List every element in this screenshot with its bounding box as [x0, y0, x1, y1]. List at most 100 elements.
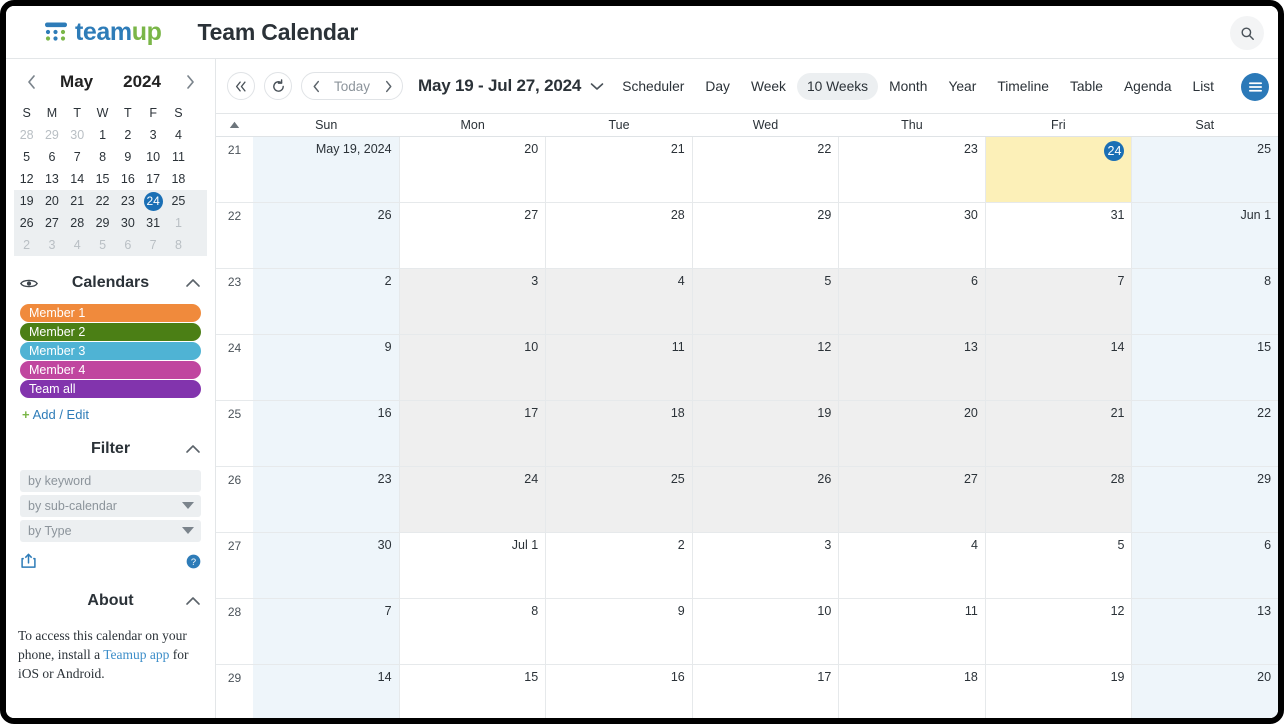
calendar-day-cell[interactable]: 11 — [839, 599, 986, 664]
refresh-button[interactable] — [264, 72, 292, 100]
calendar-day-cell[interactable]: 6 — [839, 269, 986, 334]
calendar-day-cell[interactable]: 11 — [546, 335, 693, 400]
calendar-chip-3[interactable]: Member 3 — [20, 342, 201, 360]
calendar-day-cell[interactable]: 14 — [985, 335, 1133, 400]
calendar-day-cell[interactable]: 5 — [692, 269, 840, 334]
calendar-day-cell[interactable]: 23 — [253, 467, 400, 532]
minicalendar-day-cell[interactable]: 1 — [166, 212, 191, 234]
help-icon[interactable]: ? — [186, 554, 201, 574]
calendar-day-cell[interactable]: 25 — [1132, 137, 1278, 202]
eye-icon[interactable] — [20, 277, 40, 290]
calendar-day-cell[interactable]: 15 — [1132, 335, 1278, 400]
search-icon[interactable] — [1230, 16, 1264, 50]
calendar-day-cell[interactable]: 16 — [546, 665, 693, 718]
minicalendar-day-cell[interactable]: 23 — [115, 190, 140, 212]
minicalendar-day-cell[interactable]: 24 — [140, 190, 165, 212]
calendars-collapse-icon[interactable] — [181, 278, 201, 288]
calendar-day-cell[interactable]: 12 — [985, 599, 1133, 664]
next-period-button[interactable] — [374, 73, 402, 99]
minicalendar-day-cell[interactable]: 26 — [14, 212, 39, 234]
filter-keyword-input[interactable]: by keyword — [20, 470, 201, 492]
calendar-day-cell[interactable]: 19 — [985, 665, 1133, 718]
calendar-day-cell[interactable]: 2 — [253, 269, 400, 334]
minicalendar-day-cell[interactable]: 1 — [90, 124, 115, 146]
minicalendar-day-cell[interactable]: 9 — [115, 146, 140, 168]
calendar-day-cell[interactable]: 6 — [1132, 533, 1278, 598]
minicalendar-day-cell[interactable]: 25 — [166, 190, 191, 212]
minicalendar-day-cell[interactable]: 22 — [90, 190, 115, 212]
calendar-day-cell[interactable]: 28 — [546, 203, 693, 268]
minicalendar-day-cell[interactable]: 7 — [65, 146, 90, 168]
view-tab-year[interactable]: Year — [938, 73, 986, 100]
filter-type-select[interactable]: by Type — [20, 520, 201, 542]
calendar-day-cell[interactable]: 3 — [692, 533, 840, 598]
calendar-day-cell[interactable]: 24 — [399, 467, 547, 532]
calendar-day-cell[interactable]: 29 — [692, 203, 840, 268]
minicalendar-day-cell[interactable]: 14 — [65, 168, 90, 190]
calendar-day-cell[interactable]: 2 — [546, 533, 693, 598]
view-tab-scheduler[interactable]: Scheduler — [612, 73, 694, 100]
minicalendar-day-cell[interactable]: 19 — [14, 190, 39, 212]
minicalendar-day-cell[interactable]: 20 — [39, 190, 64, 212]
calendar-day-cell[interactable]: 20 — [839, 401, 986, 466]
calendar-day-cell[interactable]: 26 — [692, 467, 840, 532]
minicalendar-day-cell[interactable]: 29 — [39, 124, 64, 146]
calendar-day-cell[interactable]: 21 — [546, 137, 693, 202]
sort-ascending-icon[interactable] — [216, 121, 253, 129]
calendar-day-cell[interactable]: 29 — [1132, 467, 1278, 532]
minicalendar-day-cell[interactable]: 8 — [90, 146, 115, 168]
calendar-day-cell[interactable]: 12 — [692, 335, 840, 400]
view-tab-month[interactable]: Month — [879, 73, 937, 100]
view-tab-10-weeks[interactable]: 10 Weeks — [796, 73, 879, 100]
calendar-day-cell[interactable]: 17 — [399, 401, 547, 466]
menu-button[interactable] — [1241, 73, 1269, 101]
minicalendar-day-cell[interactable]: 28 — [65, 212, 90, 234]
minicalendar-day-cell[interactable]: 13 — [39, 168, 64, 190]
calendar-day-cell[interactable]: 30 — [253, 533, 400, 598]
calendar-day-cell[interactable]: 19 — [692, 401, 840, 466]
calendar-day-cell[interactable]: 8 — [1132, 269, 1278, 334]
teamup-logo[interactable]: teamup — [44, 18, 162, 47]
calendar-day-cell[interactable]: 27 — [399, 203, 547, 268]
minicalendar-day-cell[interactable]: 7 — [140, 234, 165, 256]
minicalendar-day-cell[interactable]: 30 — [65, 124, 90, 146]
calendar-day-cell[interactable]: 27 — [839, 467, 986, 532]
view-tab-list[interactable]: List — [1183, 73, 1224, 100]
calendar-day-cell[interactable]: 16 — [253, 401, 400, 466]
minicalendar-day-cell[interactable]: 3 — [39, 234, 64, 256]
view-tab-agenda[interactable]: Agenda — [1114, 73, 1182, 100]
calendar-day-cell[interactable]: 8 — [399, 599, 547, 664]
minicalendar-next-month-icon[interactable] — [179, 71, 201, 93]
minicalendar-day-cell[interactable]: 16 — [115, 168, 140, 190]
minicalendar-day-cell[interactable]: 15 — [90, 168, 115, 190]
calendar-day-cell[interactable]: 5 — [985, 533, 1133, 598]
minicalendar-day-cell[interactable]: 2 — [115, 124, 140, 146]
add-edit-calendars-button[interactable]: + Add / Edit — [6, 399, 215, 422]
filter-subcalendar-select[interactable]: by sub-calendar — [20, 495, 201, 517]
minicalendar-day-cell[interactable]: 28 — [14, 124, 39, 146]
minicalendar-day-cell[interactable]: 30 — [115, 212, 140, 234]
calendar-day-cell[interactable]: 14 — [253, 665, 400, 718]
calendar-day-cell[interactable]: 20 — [1132, 665, 1278, 718]
minicalendar-day-cell[interactable]: 8 — [166, 234, 191, 256]
teamup-app-link[interactable]: Teamup app — [103, 647, 169, 662]
minicalendar-day-cell[interactable]: 27 — [39, 212, 64, 234]
calendar-day-cell[interactable]: 17 — [692, 665, 840, 718]
minicalendar-day-cell[interactable]: 18 — [166, 168, 191, 190]
view-tab-table[interactable]: Table — [1060, 73, 1113, 100]
calendar-day-cell[interactable]: 3 — [399, 269, 547, 334]
calendar-day-cell[interactable]: 18 — [546, 401, 693, 466]
calendar-chip-4[interactable]: Member 4 — [20, 361, 201, 379]
minicalendar-day-cell[interactable]: 6 — [115, 234, 140, 256]
calendar-day-cell[interactable]: 21 — [985, 401, 1133, 466]
calendar-day-cell[interactable]: May 19, 2024 — [253, 137, 400, 202]
calendar-day-cell[interactable]: 22 — [692, 137, 840, 202]
calendar-day-cell[interactable]: 4 — [546, 269, 693, 334]
calendar-day-cell[interactable]: 24 — [985, 137, 1133, 202]
calendar-day-cell[interactable]: Jul 1 — [399, 533, 547, 598]
calendar-day-cell[interactable]: 18 — [839, 665, 986, 718]
share-icon[interactable] — [20, 553, 37, 574]
minicalendar-day-cell[interactable]: 5 — [90, 234, 115, 256]
minicalendar-day-cell[interactable]: 11 — [166, 146, 191, 168]
view-tab-day[interactable]: Day — [695, 73, 740, 100]
